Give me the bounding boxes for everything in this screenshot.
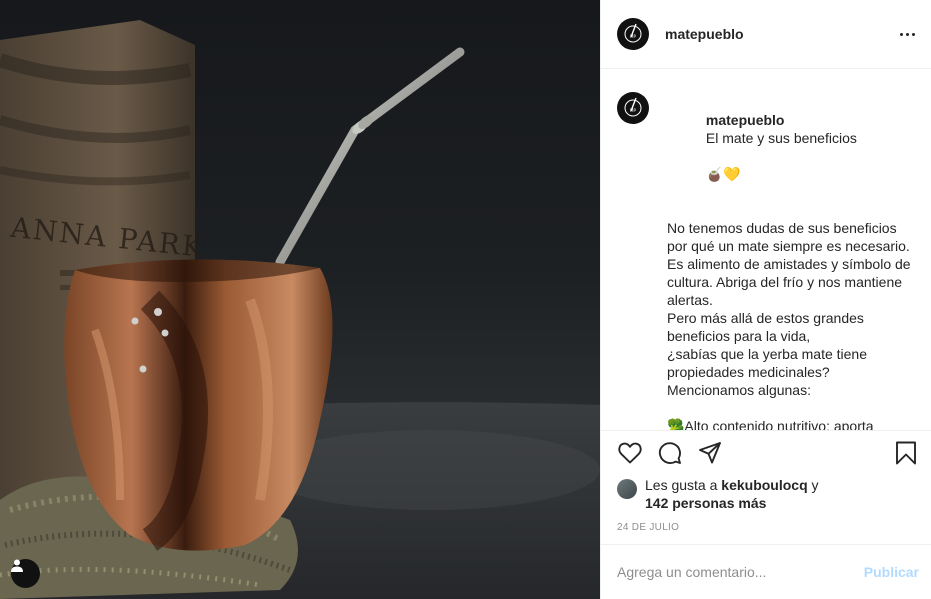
post-date[interactable]: 24 DE JULIO <box>601 512 931 544</box>
share-icon <box>699 441 721 463</box>
post-photo[interactable]: ANNA PARK <box>0 0 600 599</box>
likes-others-count[interactable]: 142 personas más <box>645 495 766 511</box>
comment-button[interactable] <box>657 440 683 466</box>
brand-logo-icon: MP <box>624 23 642 43</box>
like-button[interactable] <box>617 440 643 466</box>
bookmark-icon <box>896 441 916 464</box>
likes-connector: y <box>811 476 819 493</box>
liker-avatar[interactable] <box>617 478 637 499</box>
heart-icon <box>618 442 642 463</box>
caption-username[interactable]: matepueblo <box>706 112 785 128</box>
share-button[interactable] <box>697 440 723 466</box>
svg-text:MP: MP <box>630 108 636 113</box>
caption-emojis: 🧉💛 <box>705 166 741 183</box>
tagged-users-button[interactable] <box>11 559 40 588</box>
more-options-button[interactable] <box>900 27 915 42</box>
profile-avatar[interactable]: MP <box>617 18 649 51</box>
caption-body: No tenemos dudas de sus beneficios por q… <box>667 220 911 431</box>
comment-form: Publicar <box>601 543 931 599</box>
header-username[interactable]: matepueblo <box>665 26 744 42</box>
caption-title: El mate y sus beneficios <box>705 130 857 147</box>
action-bar <box>601 430 931 474</box>
likes-summary: Les gusta a kekuboulocq y 142 personas m… <box>601 474 931 512</box>
mate-photo-illustration: ANNA PARK <box>0 20 600 599</box>
likes-prefix: Les gusta a <box>645 476 718 493</box>
caption-scroll-area[interactable]: MP matepueblo El mate y sus beneficios 🧉… <box>601 69 931 430</box>
liker-username[interactable]: kekuboulocq <box>721 477 807 493</box>
svg-text:MP: MP <box>630 34 636 39</box>
instagram-post: ANNA PARK MP matepueblo MP matepueblo El… <box>0 0 931 599</box>
publish-button[interactable]: Publicar <box>864 564 919 580</box>
comment-input[interactable] <box>617 563 864 580</box>
post-side-panel: MP matepueblo MP matepueblo El mate y su… <box>600 0 931 599</box>
post-header: MP matepueblo <box>601 0 931 70</box>
brand-logo-icon: MP <box>624 98 642 117</box>
post-caption: matepueblo El mate y sus beneficios 🧉💛 N… <box>667 85 919 430</box>
user-tag-icon <box>11 559 23 572</box>
more-dot <box>912 32 915 36</box>
save-button[interactable] <box>893 440 919 466</box>
caption-avatar[interactable]: MP <box>617 92 649 125</box>
more-dot <box>906 32 909 36</box>
likes-text: Les gusta a kekuboulocq y 142 personas m… <box>645 476 819 512</box>
more-options-icon <box>900 32 903 36</box>
comment-icon <box>658 441 681 464</box>
